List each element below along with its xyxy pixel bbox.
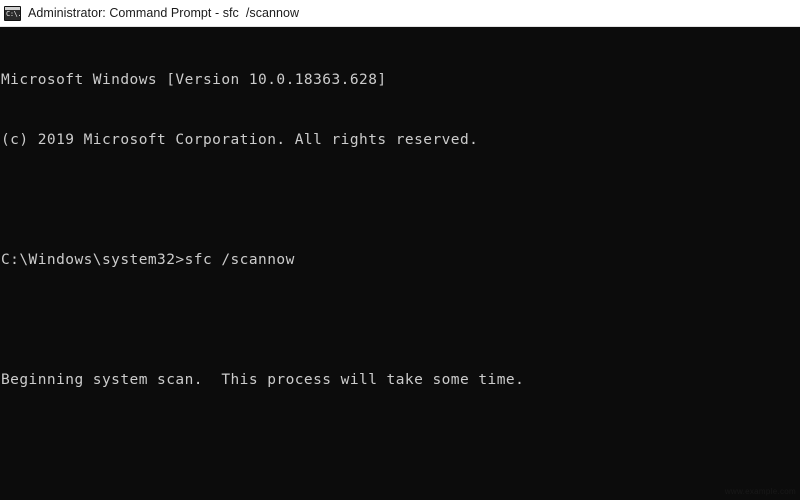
console-line: Microsoft Windows [Version 10.0.18363.62…: [1, 72, 387, 88]
window-titlebar[interactable]: C:\. Administrator: Command Prompt - sfc…: [0, 0, 800, 27]
command-prompt-icon: C:\.: [4, 5, 21, 21]
console-line: (c) 2019 Microsoft Corporation. All righ…: [1, 132, 479, 148]
watermark: www.example.com: [724, 487, 796, 496]
console-line-command: C:\Windows\system32>sfc /scannow: [1, 252, 295, 268]
console-output-area[interactable]: Microsoft Windows [Version 10.0.18363.62…: [0, 27, 800, 500]
console-line-status: Beginning system scan. This process will…: [1, 372, 525, 388]
command-prompt-window: C:\. Administrator: Command Prompt - sfc…: [0, 0, 800, 500]
console-lines: Microsoft Windows [Version 10.0.18363.62…: [1, 30, 800, 500]
window-title: Administrator: Command Prompt - sfc /sca…: [28, 6, 300, 20]
command-prompt-icon-glyph: C:\.: [6, 9, 21, 18]
